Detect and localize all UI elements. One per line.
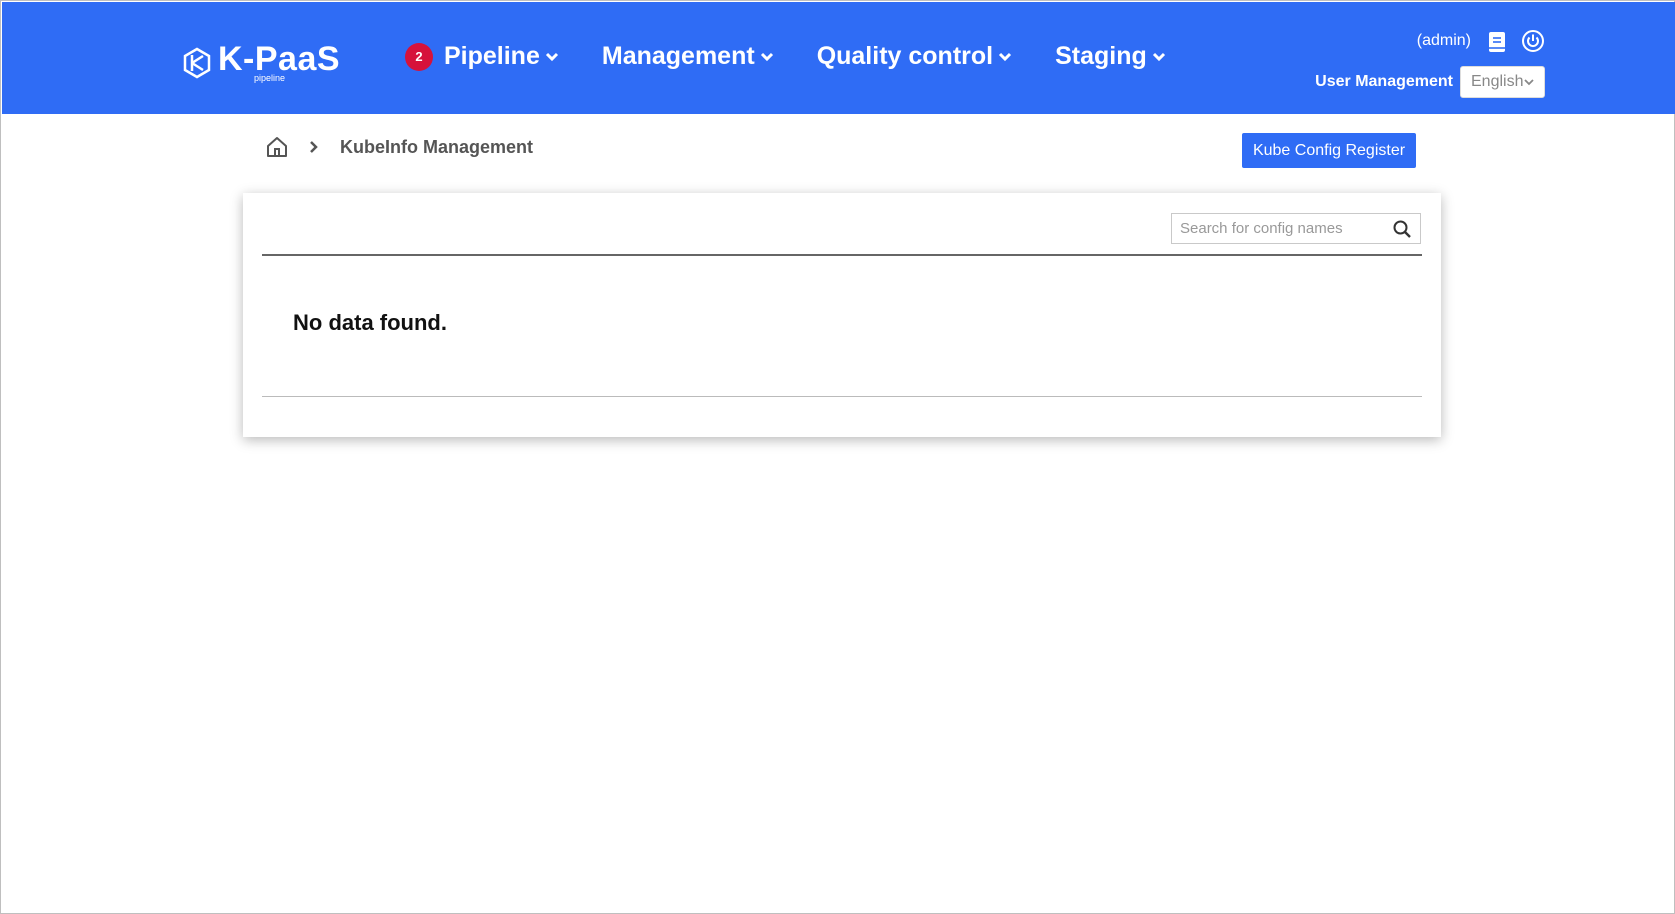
table-header-divider (262, 254, 1422, 256)
chevron-right-icon (310, 141, 318, 153)
power-icon[interactable] (1521, 29, 1545, 53)
app-window: K-PaaS pipeline 2 Pipeline Management Qu… (0, 0, 1675, 914)
search-input[interactable] (1172, 214, 1392, 243)
home-icon[interactable] (265, 135, 289, 159)
current-user: (admin) (1416, 32, 1471, 49)
nav-quality-control[interactable]: Quality control (817, 42, 1012, 71)
table-footer-divider (262, 396, 1422, 397)
language-select[interactable]: English (1460, 66, 1545, 98)
nav-staging[interactable]: Staging (1055, 42, 1166, 71)
breadcrumb: KubeInfo Management (265, 135, 533, 159)
empty-state-message: No data found. (293, 310, 447, 335)
chevron-down-icon (999, 52, 1012, 61)
nav-management[interactable]: Management (602, 42, 774, 71)
kube-config-register-button[interactable]: Kube Config Register (1242, 133, 1416, 168)
top-header: K-PaaS pipeline 2 Pipeline Management Qu… (2, 2, 1675, 114)
user-management-link[interactable]: User Management (1315, 73, 1453, 91)
chevron-down-icon (1152, 52, 1165, 61)
logo-name: K-PaaS (218, 40, 341, 78)
language-value: English (1471, 73, 1524, 90)
search-box (1171, 213, 1421, 244)
breadcrumb-current: KubeInfo Management (340, 136, 534, 157)
nav-pipeline-label: Pipeline (444, 42, 540, 70)
k-paas-logo-icon (183, 47, 211, 79)
search-icon[interactable] (1392, 219, 1412, 239)
nav-quality-control-label: Quality control (816, 42, 994, 70)
logo[interactable]: K-PaaS pipeline (182, 42, 340, 83)
config-list-panel: No data found. (243, 193, 1441, 437)
user-area: (admin) User Management English (1305, 28, 1555, 100)
pipeline-count-badge: 2 (405, 42, 433, 71)
main-nav: 2 Pipeline Management Quality control St… (405, 42, 1209, 71)
chevron-down-icon (1524, 79, 1534, 86)
book-icon[interactable] (1487, 30, 1507, 54)
chevron-down-icon (760, 52, 773, 61)
nav-pipeline[interactable]: 2 Pipeline (405, 42, 559, 71)
nav-management-label: Management (601, 42, 755, 70)
chevron-down-icon (545, 52, 558, 61)
nav-staging-label: Staging (1055, 42, 1147, 70)
